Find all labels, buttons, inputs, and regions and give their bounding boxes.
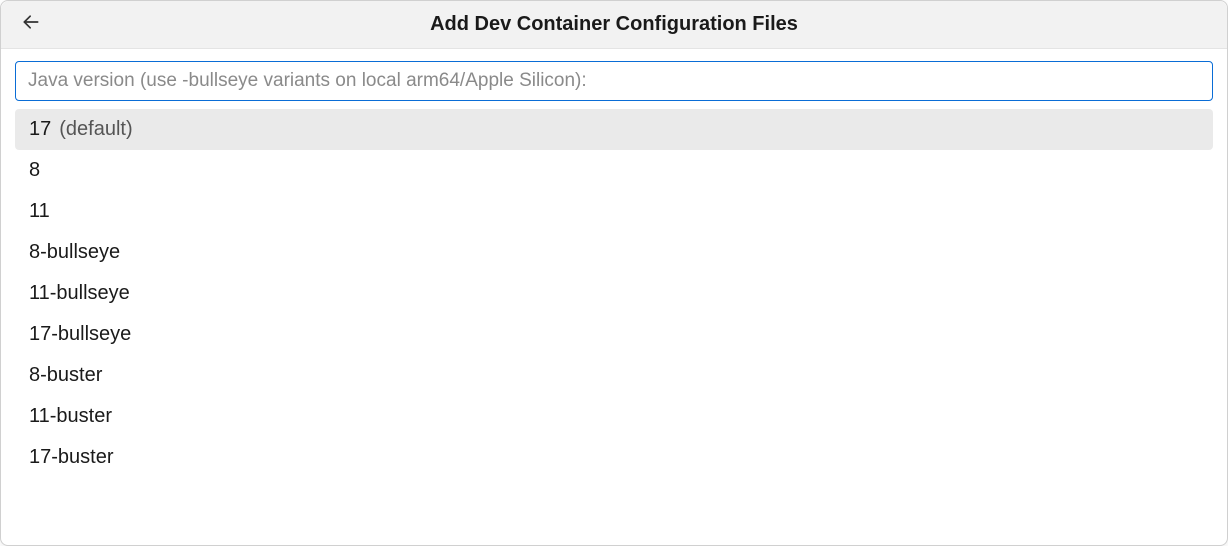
list-item[interactable]: 11-buster (15, 396, 1213, 437)
list-item-suffix: (default) (59, 118, 132, 141)
back-button[interactable] (17, 11, 45, 39)
list-item[interactable]: 8-bullseye (15, 232, 1213, 273)
list-item-label: 11-bullseye (29, 282, 130, 305)
list-item-label: 8-bullseye (29, 241, 120, 264)
version-input[interactable] (15, 61, 1213, 101)
list-item-label: 11-buster (29, 405, 112, 428)
list-item[interactable]: 17 (default) (15, 109, 1213, 150)
list-item[interactable]: 17-bullseye (15, 314, 1213, 355)
list-item-label: 8-buster (29, 364, 102, 387)
list-item-label: 17-bullseye (29, 323, 131, 346)
list-item-label: 17 (29, 118, 51, 141)
quick-pick-dialog: Add Dev Container Configuration Files 17… (0, 0, 1228, 546)
dialog-header: Add Dev Container Configuration Files (1, 1, 1227, 49)
list-item[interactable]: 8-buster (15, 355, 1213, 396)
input-container (1, 49, 1227, 109)
arrow-left-icon (21, 12, 41, 37)
list-item[interactable]: 11 (15, 191, 1213, 232)
list-item[interactable]: 17-buster (15, 437, 1213, 478)
list-item-label: 11 (29, 200, 50, 223)
dialog-title: Add Dev Container Configuration Files (430, 13, 798, 36)
list-item[interactable]: 8 (15, 150, 1213, 191)
options-list: 17 (default) 8 11 8-bullseye 11-bullseye… (1, 109, 1227, 545)
list-item[interactable]: 11-bullseye (15, 273, 1213, 314)
list-item-label: 17-buster (29, 446, 114, 469)
list-item-label: 8 (29, 159, 40, 182)
